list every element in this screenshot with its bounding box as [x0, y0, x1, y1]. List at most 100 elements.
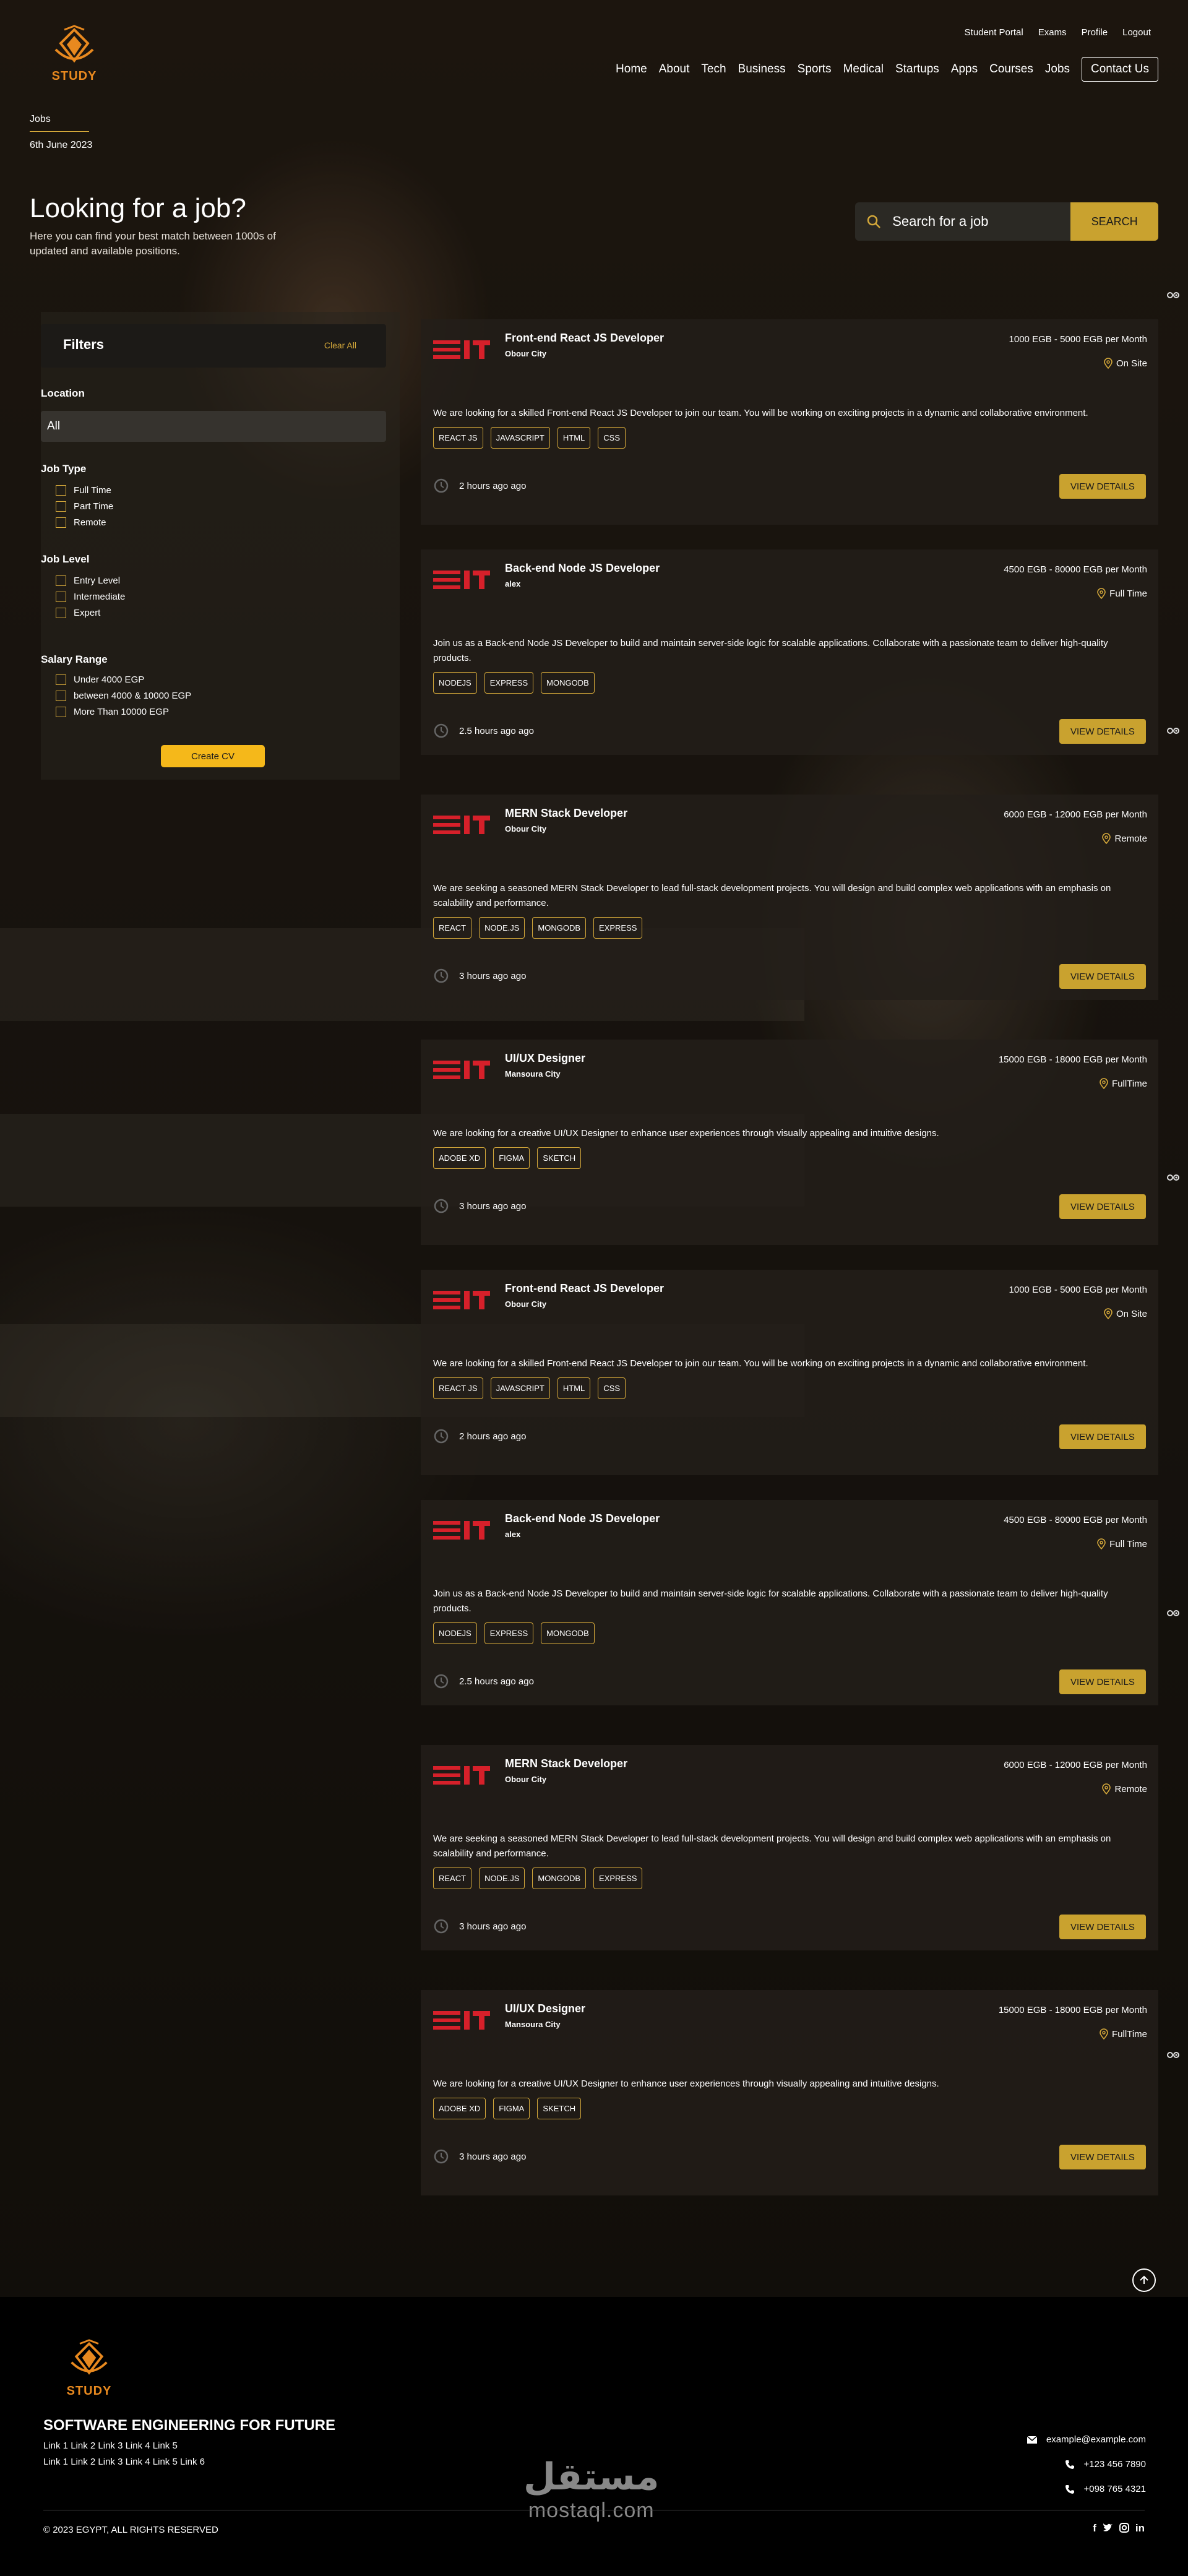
checkbox-box[interactable] — [56, 707, 66, 717]
job-tag[interactable]: FIGMA — [493, 2098, 530, 2119]
checkbox-box[interactable] — [56, 501, 66, 512]
job-tag[interactable]: NODEJS — [433, 672, 477, 694]
logo[interactable]: STUDY — [48, 25, 100, 84]
footer-email[interactable]: example@example.com — [1027, 2434, 1146, 2445]
checkbox-box[interactable] — [56, 691, 66, 701]
view-details-button[interactable]: VIEW DETAILS — [1059, 719, 1146, 744]
footer-links-row-1[interactable]: Link 1 Link 2 Link 3 Link 4 Link 5 — [43, 2440, 178, 2451]
job-card[interactable]: Back-end Node JS Developer alex 4500 EGB -… — [421, 549, 1158, 755]
view-details-button[interactable]: VIEW DETAILS — [1059, 1915, 1146, 1939]
checkbox-box[interactable] — [56, 592, 66, 602]
job-tag[interactable]: NODE.JS — [479, 917, 525, 939]
checkbox-box[interactable] — [56, 485, 66, 496]
job-tag[interactable]: REACT JS — [433, 1377, 483, 1399]
job-tag[interactable]: EXPRESS — [484, 1622, 534, 1644]
instagram-icon[interactable] — [1119, 2522, 1130, 2533]
nav-jobs[interactable]: Jobs — [1045, 62, 1070, 76]
job-tag[interactable]: JAVASCRIPT — [490, 1377, 550, 1399]
checkbox-salary-over-10000[interactable]: More Than 10000 EGP — [56, 707, 169, 717]
search-input[interactable] — [892, 202, 1071, 241]
facebook-icon[interactable]: f — [1093, 2522, 1096, 2535]
checkbox-box[interactable] — [56, 517, 66, 528]
footer-phone-2[interactable]: +098 765 4321 — [1065, 2484, 1146, 2494]
footer-links-row-2[interactable]: Link 1 Link 2 Link 3 Link 4 Link 5 Link … — [43, 2457, 205, 2467]
nav-business[interactable]: Business — [738, 62, 786, 76]
job-title[interactable]: Back-end Node JS Developer — [505, 562, 660, 575]
job-title[interactable]: Front-end React JS Developer — [505, 332, 664, 345]
job-tag[interactable]: CSS — [598, 427, 626, 449]
job-tag[interactable]: CSS — [598, 1377, 626, 1399]
nav-tech[interactable]: Tech — [701, 62, 726, 76]
job-card[interactable]: Front-end React JS Developer Obour City 10… — [421, 319, 1158, 525]
accessibility-icon[interactable] — [1167, 726, 1181, 738]
clear-all-button[interactable]: Clear All — [324, 340, 356, 350]
checkbox-salary-4000-10000[interactable]: between 4000 & 10000 EGP — [56, 691, 191, 701]
top-link-logout[interactable]: Logout — [1122, 27, 1151, 38]
job-title[interactable]: UI/UX Designer — [505, 1052, 585, 1065]
job-tag[interactable]: ADOBE XD — [433, 1147, 486, 1169]
job-tag[interactable]: HTML — [557, 427, 591, 449]
view-details-button[interactable]: VIEW DETAILS — [1059, 964, 1146, 989]
job-tag[interactable]: SKETCH — [537, 2098, 582, 2119]
view-details-button[interactable]: VIEW DETAILS — [1059, 1669, 1146, 1694]
job-tag[interactable]: JAVASCRIPT — [490, 427, 550, 449]
nav-medical[interactable]: Medical — [843, 62, 884, 76]
job-tag[interactable]: REACT JS — [433, 427, 483, 449]
checkbox-entry-level[interactable]: Entry Level — [56, 575, 120, 586]
nav-about[interactable]: About — [659, 62, 690, 76]
footer-phone-1[interactable]: +123 456 7890 — [1065, 2459, 1146, 2470]
job-title[interactable]: UI/UX Designer — [505, 2002, 585, 2015]
job-tag[interactable]: EXPRESS — [593, 1867, 643, 1889]
accessibility-icon[interactable] — [1167, 1609, 1181, 1621]
job-tag[interactable]: MONGODB — [532, 917, 587, 939]
view-details-button[interactable]: VIEW DETAILS — [1059, 474, 1146, 499]
create-cv-button[interactable]: Create CV — [161, 745, 265, 767]
job-tag[interactable]: MONGODB — [541, 672, 595, 694]
job-tag[interactable]: FIGMA — [493, 1147, 530, 1169]
checkbox-expert[interactable]: Expert — [56, 608, 100, 618]
checkbox-remote[interactable]: Remote — [56, 517, 106, 528]
job-tag[interactable]: REACT — [433, 1867, 472, 1889]
contact-us-button[interactable]: Contact Us — [1082, 57, 1158, 82]
job-card[interactable]: MERN Stack Developer Obour City 6000 EGB -… — [421, 1745, 1158, 1950]
accessibility-icon[interactable] — [1167, 1173, 1181, 1185]
checkbox-intermediate[interactable]: Intermediate — [56, 592, 125, 602]
checkbox-full-time[interactable]: Full Time — [56, 485, 111, 496]
checkbox-box[interactable] — [56, 608, 66, 618]
checkbox-salary-under-4000[interactable]: Under 4000 EGP — [56, 674, 144, 685]
job-tag[interactable]: MONGODB — [532, 1867, 587, 1889]
view-details-button[interactable]: VIEW DETAILS — [1059, 2145, 1146, 2169]
footer-logo[interactable]: STUDY — [63, 2339, 115, 2398]
nav-sports[interactable]: Sports — [798, 62, 832, 76]
breadcrumb[interactable]: Jobs — [30, 114, 51, 125]
view-details-button[interactable]: VIEW DETAILS — [1059, 1424, 1146, 1449]
job-card[interactable]: Back-end Node JS Developer alex 4500 EGB -… — [421, 1500, 1158, 1705]
job-tag[interactable]: NODE.JS — [479, 1867, 525, 1889]
job-tag[interactable]: ADOBE XD — [433, 2098, 486, 2119]
job-tag[interactable]: HTML — [557, 1377, 591, 1399]
nav-apps[interactable]: Apps — [951, 62, 978, 76]
linkedin-icon[interactable]: in — [1135, 2522, 1145, 2535]
accessibility-icon[interactable] — [1167, 2051, 1181, 2062]
job-tag[interactable]: REACT — [433, 917, 472, 939]
job-title[interactable]: Back-end Node JS Developer — [505, 1512, 660, 1525]
job-tag[interactable]: EXPRESS — [593, 917, 643, 939]
job-tag[interactable]: EXPRESS — [484, 672, 534, 694]
nav-startups[interactable]: Startups — [895, 62, 939, 76]
job-title[interactable]: Front-end React JS Developer — [505, 1282, 664, 1295]
nav-courses[interactable]: Courses — [989, 62, 1033, 76]
twitter-icon[interactable] — [1102, 2522, 1113, 2533]
location-select[interactable]: All — [41, 411, 386, 442]
job-card[interactable]: MERN Stack Developer Obour City 6000 EGB -… — [421, 795, 1158, 1000]
search-button[interactable]: SEARCH — [1070, 202, 1158, 241]
checkbox-box[interactable] — [56, 575, 66, 586]
checkbox-box[interactable] — [56, 674, 66, 685]
job-tag[interactable]: NODEJS — [433, 1622, 477, 1644]
job-tag[interactable]: SKETCH — [537, 1147, 582, 1169]
job-card[interactable]: UI/UX Designer Mansoura City 15000 EGB - 1… — [421, 1990, 1158, 2195]
job-card[interactable]: UI/UX Designer Mansoura City 15000 EGB - 1… — [421, 1040, 1158, 1245]
top-link-exams[interactable]: Exams — [1038, 27, 1067, 38]
top-link-profile[interactable]: Profile — [1082, 27, 1108, 38]
job-tag[interactable]: MONGODB — [541, 1622, 595, 1644]
job-title[interactable]: MERN Stack Developer — [505, 807, 627, 820]
